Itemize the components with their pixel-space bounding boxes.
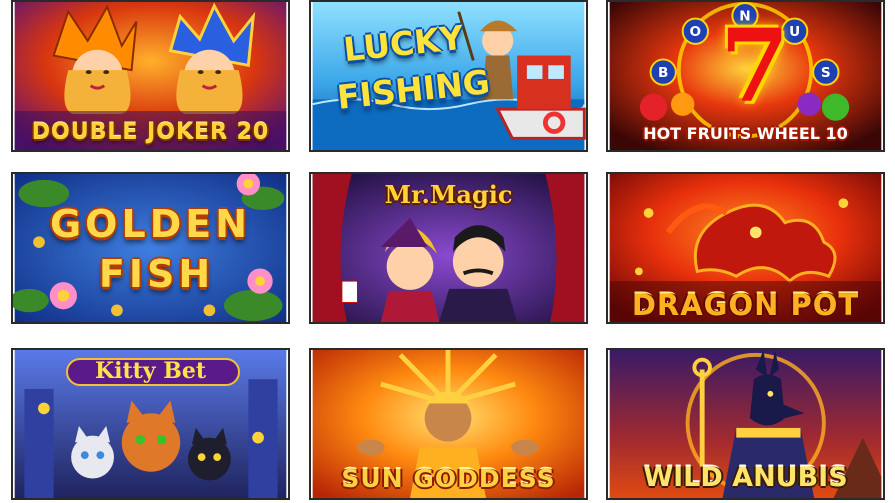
game-title: WILD ANUBIS [643,462,848,493]
game-title: DRAGON POT [631,288,860,322]
game-title: Kitty Bet [95,358,206,384]
game-tile-sun-goddess[interactable]: SUN GODDESS [309,348,588,500]
game-title: Mr.Magic [384,180,513,209]
game-title-line-1: GOLDEN [49,202,251,246]
game-tile-kitty-bet[interactable]: Kitty Bet [11,348,290,500]
game-title-line-2: FISH [98,252,215,296]
svg-text:S: S [821,65,831,81]
svg-text:O: O [690,24,702,40]
svg-text:B: B [658,65,668,81]
game-title: DOUBLE JOKER 20 [31,120,270,145]
game-tile-wild-anubis[interactable]: WILD ANUBIS [606,348,885,500]
game-tile-mr-magic[interactable]: Mr.Magic [309,172,588,324]
game-tile-hot-fruits-wheel-10[interactable]: B O N U S 7 HOT FRUITS WHEEL 10 [606,0,885,152]
game-tile-dragon-pot[interactable]: DRAGON POT [606,172,885,324]
game-title: SUN GODDESS [341,464,556,493]
game-tile-lucky-fishing[interactable]: LUCKY FISHING [309,0,588,152]
game-tile-double-joker-20[interactable]: DOUBLE JOKER 20 [11,0,290,152]
game-title: HOT FRUITS WHEEL 10 [643,124,848,143]
svg-text:U: U [789,24,800,40]
golden-fish-artwork [13,174,287,322]
game-tile-golden-fish[interactable]: GOLDEN FISH [11,172,290,324]
lucky-seven-symbol: 7 [720,7,790,125]
